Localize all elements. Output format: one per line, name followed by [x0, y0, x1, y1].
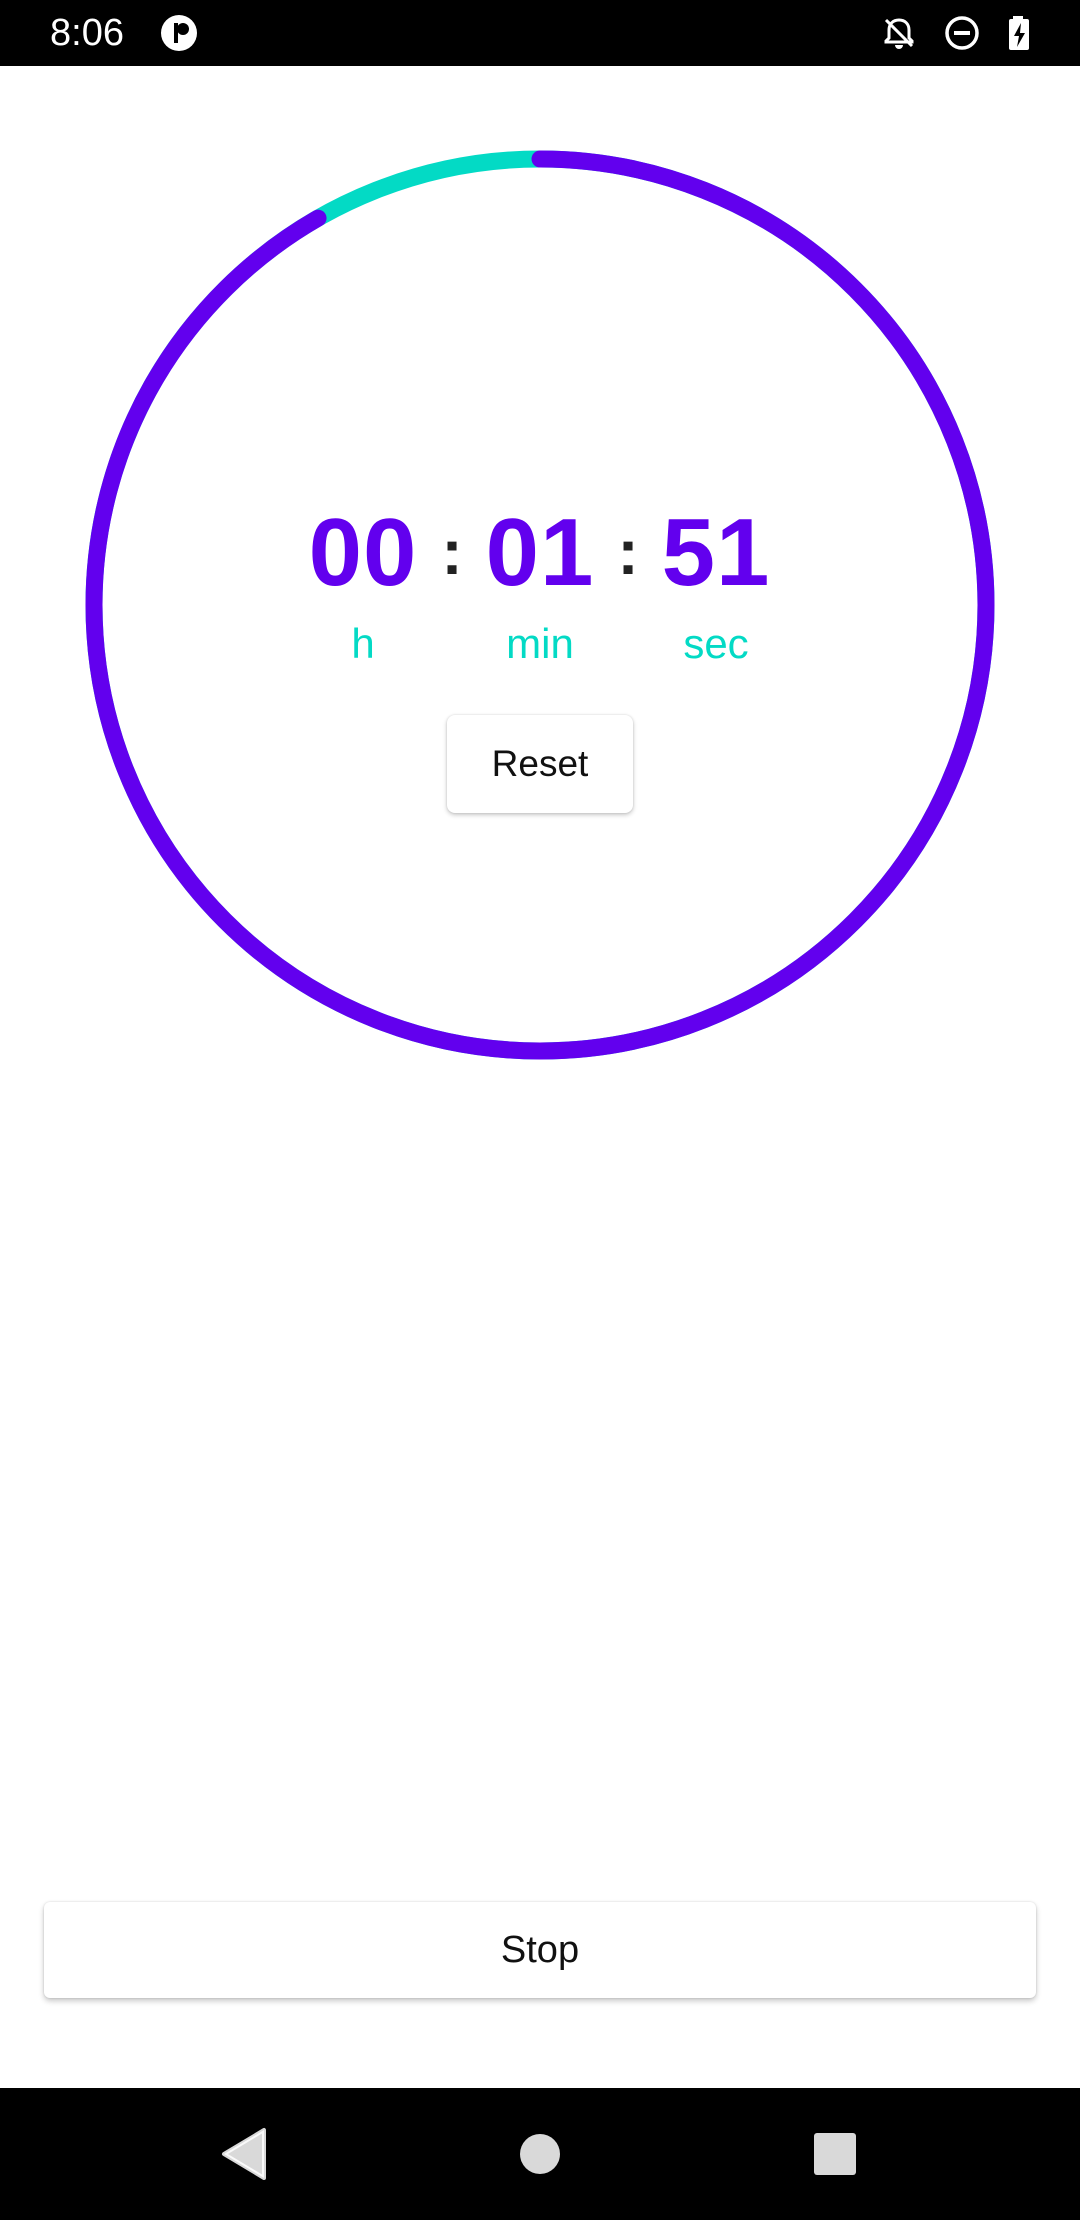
- status-time: 8:06: [50, 12, 124, 54]
- stop-button[interactable]: Stop: [44, 1902, 1036, 1998]
- hours-value: 00: [308, 499, 418, 606]
- seconds-unit-label: sec: [683, 620, 749, 667]
- notifications-off-icon: [884, 18, 914, 49]
- app-notification-icon: [161, 15, 197, 51]
- time-separator: :: [441, 516, 463, 588]
- minutes-value: 01: [485, 499, 595, 606]
- hours-unit-label: h: [351, 620, 375, 667]
- time-separator: :: [617, 516, 639, 588]
- minutes-unit-label: min: [506, 620, 574, 667]
- do-not-disturb-icon: [945, 16, 979, 50]
- home-icon[interactable]: [500, 2114, 580, 2194]
- recents-icon[interactable]: [795, 2114, 875, 2194]
- timer-display: 00 : 01 : 51: [0, 498, 1080, 608]
- battery-charging-icon: [1009, 16, 1029, 50]
- navigation-bar: [0, 2088, 1080, 2220]
- seconds-value: 51: [661, 499, 771, 606]
- reset-button[interactable]: Reset: [447, 715, 633, 813]
- back-icon[interactable]: [204, 2114, 284, 2194]
- status-bar: 8:06: [0, 0, 1080, 66]
